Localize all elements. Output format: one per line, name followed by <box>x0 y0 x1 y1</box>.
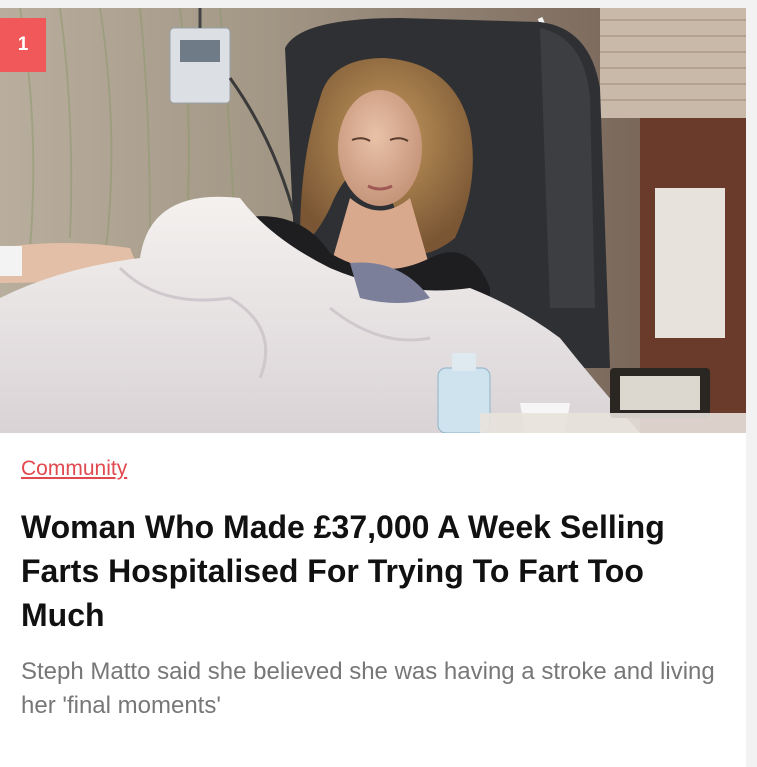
article-content: Community Woman Who Made £37,000 A Week … <box>0 433 746 723</box>
article-card[interactable]: 1 Community Woman Who Made £37,000 A Wee… <box>0 8 746 767</box>
article-standfirst: Steph Matto said she believed she was ha… <box>21 658 715 719</box>
page-gutter <box>746 0 757 767</box>
rank-badge: 1 <box>0 18 46 72</box>
article-hero-image[interactable]: 1 <box>0 8 746 433</box>
category-link[interactable]: Community <box>21 457 127 481</box>
article-headline[interactable]: Woman Who Made £37,000 A Week Selling Fa… <box>21 505 726 637</box>
hospital-photo <box>0 8 746 433</box>
